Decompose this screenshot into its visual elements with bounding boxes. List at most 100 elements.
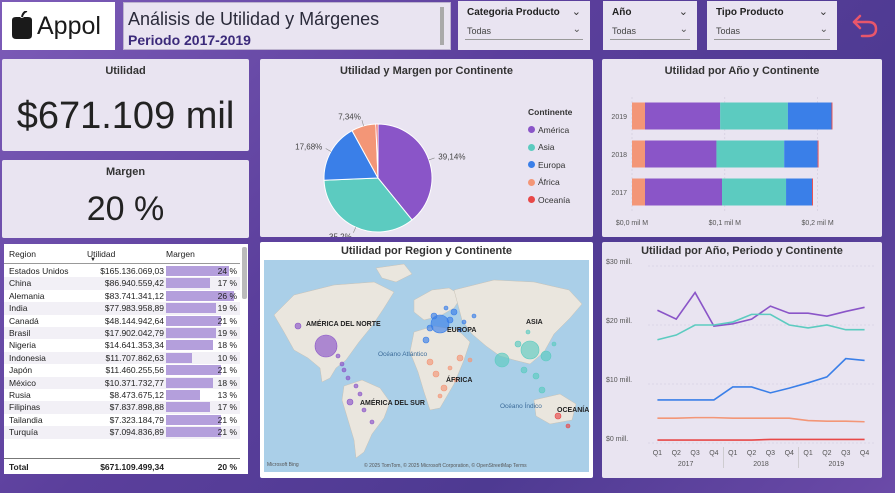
bar-segment[interactable] — [632, 178, 645, 206]
map-bubble[interactable] — [440, 384, 448, 392]
map-bubble[interactable] — [450, 308, 458, 316]
map-bubble[interactable] — [520, 366, 528, 374]
map-bubble[interactable] — [361, 407, 367, 413]
map-bubble[interactable] — [430, 312, 438, 320]
map-bubble[interactable] — [540, 350, 552, 362]
table-row[interactable]: Estados Unidos $165.136.069,03 24 % — [4, 265, 240, 277]
bar-segment[interactable] — [831, 102, 833, 130]
map-bubble[interactable] — [345, 375, 351, 381]
region-table[interactable]: Region Utilidad ▼ Margen Estados Unidos $… — [4, 244, 248, 474]
map-bubble[interactable] — [314, 334, 338, 358]
slicer-tipo-producto[interactable]: Tipo Producto ⌄ Todas ⌄ — [707, 1, 837, 50]
series-line[interactable] — [657, 291, 865, 328]
legend-item[interactable]: África — [528, 174, 570, 192]
table-row[interactable]: Canadá $48.144.942,64 21 % — [4, 315, 240, 327]
slicer-value[interactable]: Todas — [716, 26, 740, 36]
dropdown-icon[interactable]: ⌄ — [573, 24, 581, 35]
map-bubble[interactable] — [520, 340, 540, 360]
map-bubble[interactable] — [369, 419, 375, 425]
bar-segment[interactable] — [720, 102, 788, 130]
map-bubble[interactable] — [538, 386, 546, 394]
map-bubble[interactable] — [461, 319, 467, 325]
legend-item[interactable]: Asia — [528, 139, 570, 157]
dropdown-icon[interactable]: ⌄ — [820, 24, 828, 35]
bar-chart-card[interactable]: Utilidad por Año y Continente $0,0 mil M… — [602, 59, 882, 237]
map-bubble[interactable] — [294, 322, 302, 330]
map-bubble[interactable] — [335, 353, 341, 359]
col-header-margen[interactable]: Margen — [166, 249, 195, 259]
line-chart[interactable]: $0 mill. $10 mill. $20 mill. $30 mill. Q1 Q2 Q… — [602, 242, 882, 478]
col-header-region[interactable]: Region — [9, 249, 36, 259]
chevron-down-icon[interactable]: ⌄ — [572, 5, 581, 18]
bar-segment[interactable] — [644, 102, 721, 130]
bar-segment[interactable] — [812, 178, 813, 206]
map-bubble[interactable] — [346, 398, 354, 406]
table-row[interactable]: México $10.371.732,77 18 % — [4, 376, 240, 389]
map-bubble[interactable] — [443, 305, 449, 311]
series-line[interactable] — [657, 438, 865, 441]
slicer-ano[interactable]: Año ⌄ Todas ⌄ — [603, 1, 697, 50]
table-row[interactable]: China $86.940.559,42 17 % — [4, 277, 240, 290]
map-bubble[interactable] — [514, 340, 522, 348]
sort-desc-icon[interactable]: ▼ — [90, 257, 96, 263]
map-bubble[interactable] — [437, 393, 443, 399]
map-bubble[interactable] — [456, 354, 464, 362]
map-bubble[interactable] — [426, 324, 434, 332]
map-bubble[interactable] — [357, 391, 363, 397]
map-bubble[interactable] — [426, 358, 434, 366]
map-bubble[interactable] — [432, 370, 440, 378]
map-bubble[interactable] — [341, 367, 347, 373]
table-row[interactable]: Alemania $83.741.341,12 26 % — [4, 290, 240, 302]
map-bubble[interactable] — [565, 423, 571, 429]
chevron-down-icon[interactable]: ⌄ — [679, 5, 688, 18]
map-bubble[interactable] — [525, 329, 531, 335]
map-bubble[interactable] — [494, 352, 510, 368]
map-bubble[interactable] — [471, 313, 477, 319]
table-row[interactable]: Rusia $8.473.675,12 13 % — [4, 389, 240, 401]
bar-segment[interactable] — [632, 102, 645, 130]
bar-segment[interactable] — [632, 140, 645, 168]
bar-segment[interactable] — [716, 140, 785, 168]
slicer-categoria-producto[interactable]: Categoria Producto ⌄ Todas ⌄ — [458, 1, 590, 50]
slicer-value[interactable]: Todas — [612, 26, 636, 36]
map-bubble[interactable] — [467, 357, 473, 363]
legend-item[interactable]: América — [528, 121, 570, 139]
map-bubble[interactable] — [551, 341, 557, 347]
map-bubble[interactable] — [447, 365, 453, 371]
table-row[interactable]: Indonesia $11.707.862,63 10 % — [4, 351, 240, 365]
bar-segment[interactable] — [787, 102, 832, 130]
world-map[interactable]: AMÉRICA DEL NORTE EUROPA ASIA ÁFRICA AMÉ… — [264, 260, 589, 472]
table-row[interactable]: Nigeria $14.641.353,34 18 % — [4, 339, 240, 351]
map-bubble[interactable] — [339, 361, 345, 367]
bar-segment[interactable] — [817, 140, 819, 168]
chevron-down-icon[interactable]: ⌄ — [819, 5, 828, 18]
map-bubble[interactable] — [446, 316, 454, 324]
legend-item[interactable]: Oceanía — [528, 191, 570, 209]
table-row[interactable]: Filipinas $7.837.898,88 17 % — [4, 401, 240, 414]
bar-segment[interactable] — [722, 178, 787, 206]
map-card[interactable]: Utilidad por Region y Continente AMÉRICA… — [260, 242, 593, 478]
bar-segment[interactable] — [644, 178, 723, 206]
slicer-value[interactable]: Todas — [467, 26, 491, 36]
series-line[interactable] — [657, 357, 865, 401]
map-bubble[interactable] — [532, 372, 540, 380]
bar-segment[interactable] — [784, 140, 818, 168]
table-scrollbar[interactable] — [242, 247, 247, 299]
table-row[interactable]: Turquía $7.094.836,89 21 % — [4, 426, 240, 439]
table-row[interactable]: Tailandia $7.323.184,79 21 % — [4, 414, 240, 426]
line-chart-card[interactable]: Utilidad por Año, Periodo y Continente $… — [602, 242, 882, 478]
bar-segment[interactable] — [786, 178, 813, 206]
series-line[interactable] — [657, 313, 865, 341]
table-row[interactable]: India $77.983.958,89 19 % — [4, 302, 240, 315]
map-bubble[interactable] — [422, 336, 430, 344]
map-attribution[interactable]: © 2025 TomTom, © 2025 Microsoft Corporat… — [364, 462, 527, 469]
map-bubble[interactable] — [353, 383, 359, 389]
series-line[interactable] — [657, 416, 865, 423]
table-row[interactable]: Brasil $17.902.042,79 19 % — [4, 327, 240, 340]
stacked-bar-chart[interactable]: $0,0 mil M $0,1 mil M $0,2 mil M 2019 2018 20… — [602, 59, 882, 237]
pie-chart-card[interactable]: Utilidad y Margen por Continente 39,14% 3… — [260, 59, 593, 237]
title-scrollbar[interactable] — [440, 7, 444, 45]
bar-segment[interactable] — [644, 140, 717, 168]
table-row[interactable]: Japón $11.460.255,56 21 % — [4, 364, 240, 376]
back-arrow-icon[interactable] — [850, 10, 880, 40]
